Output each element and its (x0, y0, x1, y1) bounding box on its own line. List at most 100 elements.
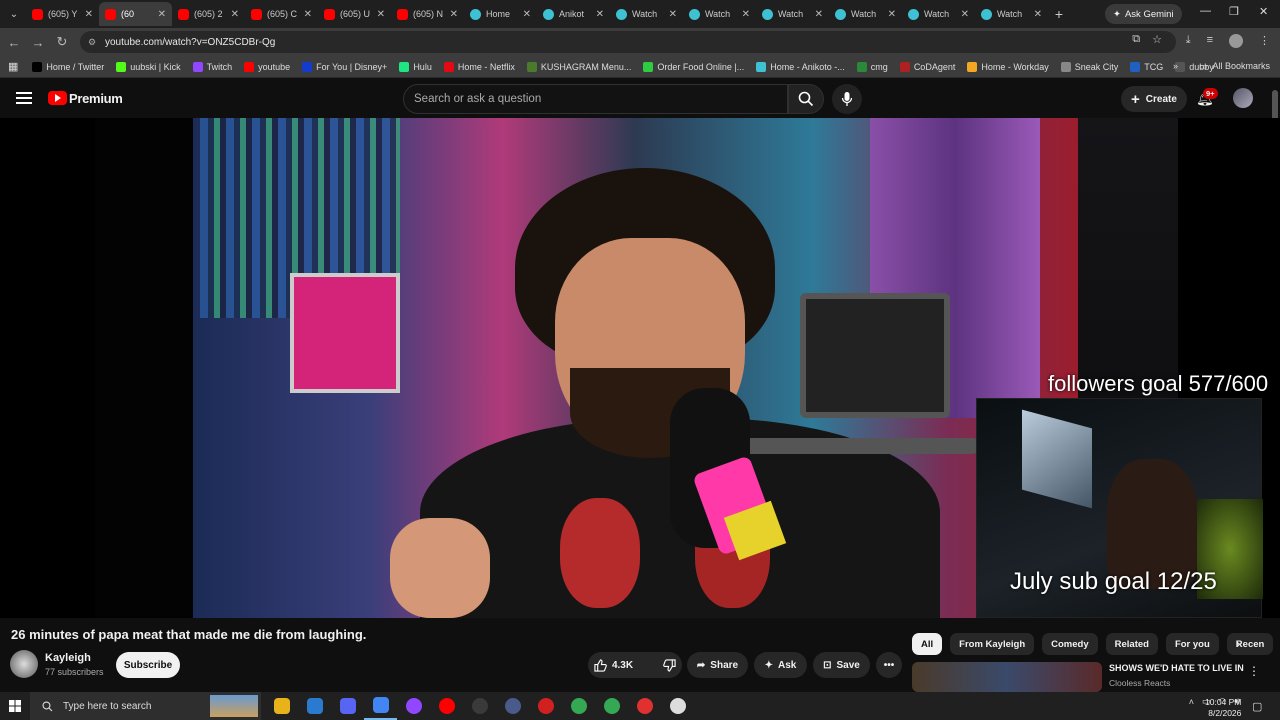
browser-tab[interactable]: (605) Y ✕ (26, 2, 99, 26)
bookmark-item[interactable]: Twitch (192, 61, 232, 72)
browser-tab[interactable]: (60 ✕ (99, 2, 172, 26)
dislike-button[interactable] (653, 652, 686, 678)
bookmark-item[interactable]: Home - Anikoto -... (756, 61, 845, 72)
browser-tab[interactable]: Anikot ✕ (537, 2, 610, 26)
windows-start-icon[interactable] (0, 700, 30, 712)
taskbar-app-icon[interactable] (331, 692, 364, 720)
close-window-button[interactable]: ✕ (1259, 5, 1268, 18)
notification-center-icon[interactable]: ▢ (1252, 700, 1262, 713)
bookmark-item[interactable]: Home - Workday (967, 61, 1049, 72)
search-button[interactable] (788, 84, 824, 114)
reload-button[interactable]: ↻ (50, 34, 74, 50)
filter-chip[interactable]: From Kayleigh (950, 633, 1035, 655)
browser-tab[interactable]: Watch ✕ (756, 2, 829, 26)
channel-avatar[interactable] (10, 650, 38, 678)
download-icon[interactable]: ⤓ (1186, 34, 1191, 48)
tab-close-icon[interactable]: ✕ (1034, 9, 1042, 20)
bookmark-item[interactable]: Home / Twitter (32, 61, 104, 72)
bookmark-item[interactable]: Home - Netflix (443, 61, 515, 72)
chevron-right-icon[interactable]: › (1236, 636, 1240, 651)
tab-close-icon[interactable]: ✕ (523, 9, 531, 20)
bookmark-item[interactable]: KUSHAGRAM Menu... (526, 61, 631, 72)
filter-chip[interactable]: Related (1105, 633, 1158, 655)
site-info-icon[interactable]: ⚙ (88, 37, 96, 48)
taskbar-app-icon[interactable] (463, 692, 496, 720)
tab-close-icon[interactable]: ✕ (596, 9, 604, 20)
youtube-premium-logo-text[interactable]: Premium (69, 91, 123, 106)
browser-tab[interactable]: (605) U ✕ (318, 2, 391, 26)
search-input[interactable]: Search or ask a question (403, 84, 788, 114)
tab-close-icon[interactable]: ✕ (85, 9, 93, 20)
tab-close-icon[interactable]: ✕ (742, 9, 750, 20)
apps-grid-icon[interactable]: ▦ (8, 60, 18, 73)
bookmark-item[interactable]: Sneak City (1060, 61, 1118, 72)
filter-chip[interactable]: All (912, 633, 943, 655)
ask-button[interactable]: ✦ Ask (754, 652, 807, 678)
ask-gemini-button[interactable]: ✦ Ask Gemini (1105, 4, 1182, 24)
voice-search-button[interactable] (832, 84, 862, 114)
bookmark-star-icon[interactable]: ☆ (1152, 33, 1162, 46)
taskbar-app-icon[interactable] (529, 692, 562, 720)
tab-close-icon[interactable]: ✕ (158, 9, 166, 20)
taskbar-app-icon[interactable] (265, 692, 298, 720)
bookmark-item[interactable]: youtube (244, 61, 290, 72)
chevron-up-icon[interactable]: ˄ (1189, 697, 1194, 707)
tab-close-icon[interactable]: ✕ (377, 9, 385, 20)
chevron-right-icon[interactable]: » (1173, 61, 1178, 72)
taskbar-app-icon[interactable] (430, 692, 463, 720)
tab-close-icon[interactable]: ✕ (450, 9, 458, 20)
more-actions-button[interactable]: ••• (876, 652, 902, 678)
video-player[interactable]: followers goal 577/600 July sub goal 12/… (0, 118, 1280, 618)
browser-tab[interactable]: Home ✕ (464, 2, 537, 26)
recommendation-channel[interactable]: Clooless Reacts (1109, 678, 1170, 688)
browser-tab[interactable]: (605) 2 ✕ (172, 2, 245, 26)
bookmark-item[interactable]: For You | Disney+ (302, 61, 387, 72)
tab-close-icon[interactable]: ✕ (231, 9, 239, 20)
system-clock[interactable]: 10:04 PM 8/2/2026 (1205, 697, 1241, 719)
save-button[interactable]: ⊡ Save (813, 652, 870, 678)
bookmark-item[interactable]: cmg (856, 61, 888, 72)
maximize-button[interactable]: ❐ (1229, 5, 1239, 18)
bookmark-item[interactable]: CoDAgent (899, 61, 955, 72)
profile-icon[interactable] (1229, 34, 1243, 48)
bookmark-item[interactable]: uubski | Kick (116, 61, 181, 72)
tab-close-icon[interactable]: ✕ (961, 9, 969, 20)
filter-chip[interactable]: For you (1165, 633, 1219, 655)
tab-close-icon[interactable]: ✕ (888, 9, 896, 20)
channel-name[interactable]: Kayleigh (45, 652, 91, 664)
bookmark-item[interactable]: Order Food Online |... (643, 61, 744, 72)
like-button[interactable]: 4.3K (584, 652, 643, 678)
browser-tab[interactable]: Watch ✕ (975, 2, 1048, 26)
hamburger-menu-icon[interactable] (16, 92, 32, 104)
tab-close-icon[interactable]: ✕ (669, 9, 677, 20)
minimize-button[interactable]: — (1200, 5, 1211, 17)
taskbar-search[interactable]: Type here to search (30, 692, 261, 720)
browser-tab[interactable]: Watch ✕ (829, 2, 902, 26)
media-icon[interactable]: ≡ (1207, 34, 1213, 48)
taskbar-app-icon[interactable] (562, 692, 595, 720)
all-bookmarks[interactable]: » ▭ All Bookmarks (1173, 61, 1270, 72)
share-button[interactable]: ➦ Share (687, 652, 748, 678)
create-button[interactable]: + Create (1121, 86, 1187, 112)
browser-tab[interactable]: (605) N ✕ (391, 2, 464, 26)
bookmark-item[interactable]: TCG (1130, 61, 1163, 72)
chrome-menu-icon[interactable]: ⋮ (1259, 34, 1270, 48)
cast-icon[interactable]: ⧉ (1132, 33, 1140, 46)
taskbar-app-icon[interactable] (298, 692, 331, 720)
taskbar-app-icon[interactable] (397, 692, 430, 720)
recommendation-title[interactable]: SHOWS WE'D HATE TO LIVE IN (1109, 663, 1244, 673)
tab-close-icon[interactable]: ✕ (304, 9, 312, 20)
youtube-logo-icon[interactable] (48, 91, 67, 105)
tab-search-icon[interactable]: ⌄ (2, 2, 26, 26)
browser-tab[interactable]: Watch ✕ (683, 2, 756, 26)
filter-chip[interactable]: Recen (1226, 633, 1274, 655)
tab-close-icon[interactable]: ✕ (815, 9, 823, 20)
forward-button[interactable]: → (26, 35, 50, 50)
browser-tab[interactable]: (605) C ✕ (245, 2, 318, 26)
taskbar-app-icon[interactable] (364, 692, 397, 720)
new-tab-button[interactable]: + (1048, 6, 1070, 22)
browser-tab[interactable]: Watch ✕ (902, 2, 975, 26)
taskbar-app-icon[interactable] (595, 692, 628, 720)
subscribe-button[interactable]: Subscribe (116, 652, 180, 678)
taskbar-app-icon[interactable] (661, 692, 694, 720)
